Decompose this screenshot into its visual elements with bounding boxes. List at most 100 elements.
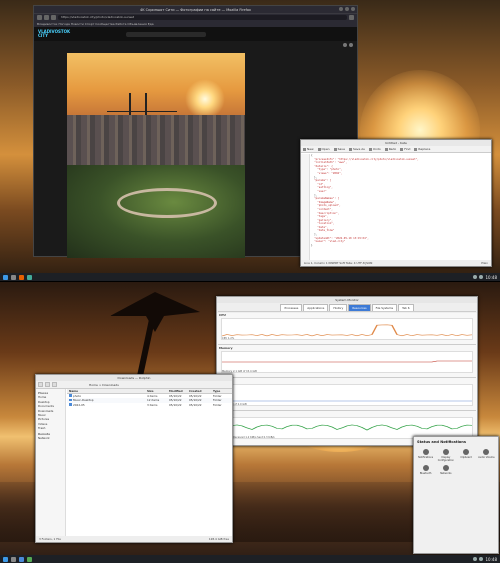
usage-line [221,424,473,431]
task-icon[interactable] [11,556,16,562]
volume-icon[interactable] [479,557,484,561]
editor-tool-undo[interactable]: Undo [368,147,381,151]
park-path [117,188,217,218]
editor-tool-open[interactable]: Open [317,147,330,151]
reload-icon[interactable] [51,15,56,20]
top-desktop: 4K Скриншот Сити — Фотографии на сайте —… [0,0,500,281]
system-monitor-window[interactable]: System Monitor Processes Applications Hist… [216,296,478,446]
editor-toolbar: New Open Save Save As Undo Redo Find Replace [301,146,491,153]
sysmon-task-icon[interactable] [27,556,32,562]
usage-line [221,324,473,337]
network-icon[interactable] [473,275,478,279]
address-bar[interactable]: https://vladivostok.city/photo/vladivost… [58,15,347,20]
sysmon-section-cpu: CPU CPU 1.2% [218,311,476,341]
tray-item[interactable]: Bluetooth [416,465,435,475]
editor-tool-redo[interactable]: Redo [384,147,396,151]
tray-item[interactable]: Audio Volume [477,449,496,462]
status-notifications-popup[interactable]: Status and Notifications Notifications Di… [413,436,499,554]
network-icon[interactable] [473,557,478,561]
volume-icon[interactable] [479,275,484,279]
place-item[interactable]: Trash [38,426,63,430]
dolphin-task-icon[interactable] [19,556,24,562]
back-icon[interactable] [37,15,42,20]
dolphin-window[interactable]: Downloads — Dolphin Home > Downloads Pla… [35,374,233,543]
user-icon[interactable] [349,43,353,47]
dolphin-statusbar: 3 Folders, 1 File 128.4 GiB free [36,536,232,542]
maximize-icon[interactable] [345,7,349,11]
bridge-deck [107,111,177,112]
editor-tool-save-as[interactable]: Save As [348,147,365,151]
editor-mode[interactable]: Plain [481,260,488,266]
tray-item-icon [463,449,470,455]
editor-tool-save[interactable]: Save [333,147,345,151]
editor-tool-new[interactable]: New [303,147,314,151]
usage-graph [221,384,473,406]
site-header: VLADIVOSTOK CITY [34,27,357,41]
kate-editor-window[interactable]: Untitled - Kate New Open Save Save As Undo Re… [300,139,492,267]
tray-item[interactable]: Networks [436,465,455,475]
app-launcher-icon[interactable] [3,556,8,562]
tool-icon [317,147,321,151]
editor-task-icon[interactable] [27,274,32,280]
tray-item-label: Notifications [418,456,434,459]
palm-fronds [110,292,200,332]
file-row[interactable]: 2022-05 3 items 05/10/22 05/10/22 Folder [67,403,232,408]
browser-navbar: https://vladivostok.city/photo/vladivost… [34,13,357,21]
tray-item-label: Audio Volume [478,456,495,459]
editor-tool-replace[interactable]: Replace [414,147,430,151]
bottom-taskbar: 10:48 [0,555,500,563]
tool-icon [303,147,306,151]
folder-count: 3 Folders, 1 File [39,537,61,541]
tool-icon [348,147,352,151]
sunset-photo[interactable] [67,53,245,258]
bottom-desktop: System Monitor Processes Applications Hist… [0,282,500,563]
file-name: photo [73,393,82,398]
site-logo[interactable]: VLADIVOSTOK CITY [38,30,70,38]
editor-status-left: Line 1, Column 1 INSERT Soft Tabs: 4 UTF… [304,261,373,265]
browser-titlebar[interactable]: 4K Скриншот Сити — Фотографии на сайте —… [34,6,357,13]
forward-button[interactable] [45,382,50,387]
site-search-input[interactable] [126,31,207,37]
tool-icon [368,147,372,151]
tool-icon [400,147,404,151]
clock[interactable]: 10:48 [485,557,497,562]
menu-icon[interactable] [349,15,354,20]
close-icon[interactable] [351,7,355,11]
folder-icon [69,398,72,402]
tray-item-icon [442,449,449,455]
file-name: 2022-05 [73,402,85,407]
browser-title: 4K Скриншот Сити — Фотографии на сайте —… [140,7,251,12]
tray-item[interactable]: Display Configuration [436,449,455,462]
tray-item[interactable]: Clipboard [457,449,476,462]
sysmon-section-swap: SwapSwap 0 B of 2.0 GiB [218,377,476,407]
free-space: 128.4 GiB free [208,537,229,541]
usage-graph [221,351,473,373]
top-taskbar: 10:48 [0,273,500,281]
usage-line [222,360,472,363]
notifications-title: Status and Notifications [417,440,466,444]
clock[interactable]: 10:48 [485,275,497,280]
tray-item-icon [483,449,490,455]
breadcrumb[interactable]: Home > Downloads [89,383,119,387]
minimize-icon[interactable] [339,7,343,11]
cell-type: Folder [213,402,222,407]
cell-created: 05/10/22 [189,402,202,407]
editor-statusbar: Line 1, Column 1 INSERT Soft Tabs: 4 UTF… [301,260,491,266]
editor-text-area[interactable]: { "processInfo": "https://vladivostok.ci… [301,154,491,260]
app-launcher-icon[interactable] [3,274,8,280]
tray-item-icon [422,449,429,455]
editor-tool-find[interactable]: Find [400,147,410,151]
section-caption: CPU 1.2% [222,337,235,340]
tray-item[interactable]: Notifications [416,449,435,462]
cell-modified: 05/10/22 [169,402,182,407]
view-mode-button[interactable] [52,382,57,387]
back-button[interactable] [38,382,43,387]
tray-item-icon [442,465,449,471]
remote-item[interactable]: Network [38,436,63,440]
city-buildings [67,115,245,165]
chat-icon[interactable] [343,43,347,47]
firefox-icon[interactable] [19,274,24,280]
section-caption: Memory 2.1 GiB of 15.4 GiB [222,370,257,373]
forward-icon[interactable] [44,15,49,20]
task-icon[interactable] [11,274,16,280]
